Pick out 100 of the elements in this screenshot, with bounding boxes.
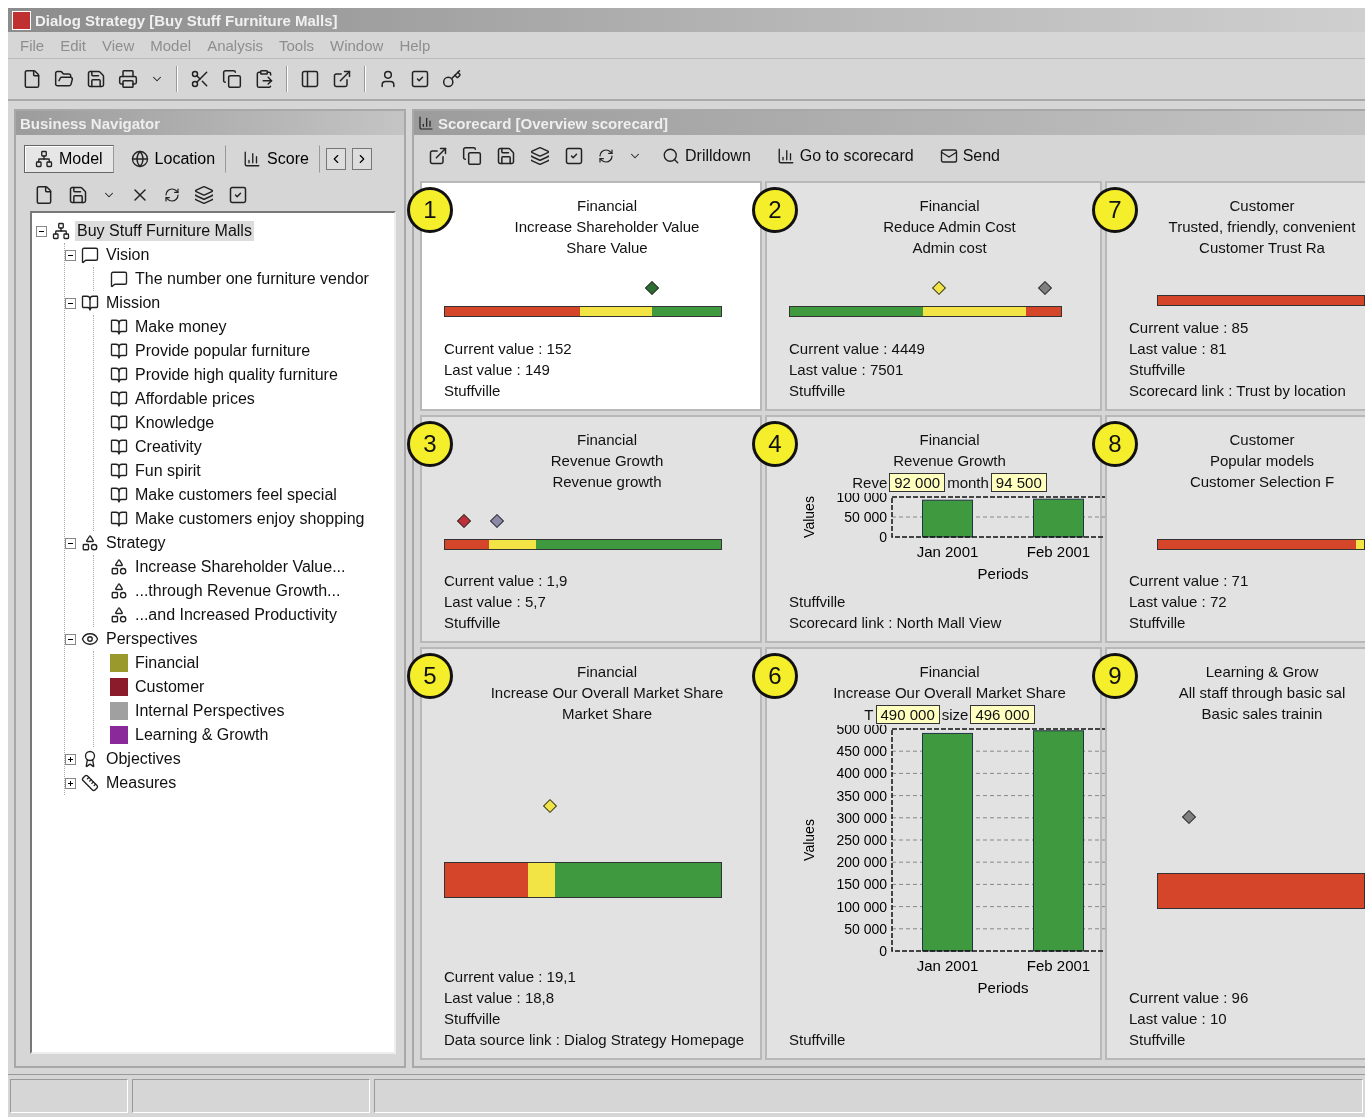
save-icon[interactable] [86,69,106,89]
card-heading: Revenue growth [552,472,662,492]
card-heading: All staff through basic sal [1178,683,1346,703]
panel-header: Scorecard [Overview scorecard] [414,111,1365,135]
checkbox-icon[interactable] [410,69,430,89]
collapse-icon[interactable] [36,225,47,237]
tree-item[interactable]: ...through Revenue Growth... [133,581,343,601]
save-icon[interactable] [496,146,516,166]
book-icon [110,510,128,528]
tree-item[interactable]: Affordable prices [133,389,257,409]
tick-label: 50 000 [844,509,887,525]
tree-item[interactable]: Knowledge [133,413,217,433]
card-detail: Last value : 5,7 [444,592,547,612]
globe-icon [130,150,149,168]
tree-item[interactable]: Creativity [133,437,204,457]
tree-item[interactable]: Make customers enjoy shopping [133,509,367,529]
subtitle-fragment: month [947,472,989,493]
tab[interactable]: Location [119,145,227,173]
expand-icon[interactable] [65,753,76,765]
new-file-icon[interactable] [22,69,42,89]
tree-item[interactable]: Provide popular furniture [133,341,313,361]
tree-item[interactable]: Perspectives [104,629,200,649]
tree-item[interactable]: Make money [133,317,229,337]
tree-item[interactable]: The number one furniture vendor [133,269,371,289]
layers-icon[interactable] [530,146,550,166]
ruler-icon [81,774,99,792]
tree-item[interactable]: Strategy [104,533,168,553]
tick-label: 0 [879,943,887,959]
key-icon[interactable] [442,69,462,89]
card-heading: Financial [577,662,637,682]
number-badge: 3 [407,421,453,467]
tree-item[interactable]: Customer [133,677,207,697]
card-detail: Stuffville [789,381,847,401]
tree-item[interactable]: Learning & Growth [133,725,271,745]
copy-icon[interactable] [462,146,482,166]
tree-item[interactable]: Objectives [104,749,183,769]
card-heading: Share Value [566,238,648,258]
number-badge: 5 [407,653,453,699]
card-heading: Customer [1229,430,1295,450]
book-icon [110,366,128,384]
tick-label: 50 000 [844,920,887,937]
folder-icon[interactable] [54,69,74,89]
tick-label: 450 000 [836,743,887,760]
layers-icon[interactable] [194,185,214,205]
card-detail: Stuffville [789,1030,847,1050]
panel-header: Business Navigator [16,111,404,135]
tree-item[interactable]: Financial [133,653,202,673]
tree-item[interactable]: ...and Increased Productivity [133,605,339,625]
collapse-icon[interactable] [65,297,76,309]
tab[interactable]: Score [232,145,320,173]
refresh-icon[interactable] [598,148,614,164]
toolbar-button[interactable]: Go to scorecard [770,147,920,165]
checkbox-icon[interactable] [228,185,248,205]
collapse-icon[interactable] [65,537,76,549]
refresh-icon[interactable] [164,187,180,203]
value-label: 490 000 [875,704,940,724]
printer-icon[interactable] [118,69,138,89]
card-detail: Stuffville [444,381,502,401]
card-detail: Last value : 149 [444,360,551,380]
card-detail: Current value : 19,1 [444,967,577,987]
paste-icon[interactable] [254,69,274,89]
tree-item[interactable]: Increase Shareholder Value... [133,557,348,577]
toolbar-button[interactable]: Drilldown [656,147,757,165]
scissors-icon[interactable] [190,69,210,89]
person-icon[interactable] [378,69,398,89]
tree-item[interactable]: Fun spirit [133,461,203,481]
tree-item[interactable]: Mission [104,293,163,313]
new-file-icon[interactable] [34,185,54,205]
collapse-icon[interactable] [65,249,76,261]
expand-icon[interactable] [65,777,76,789]
tree-item[interactable]: Internal Perspectives [133,701,287,721]
tree-item[interactable]: Provide high quality furniture [133,365,340,385]
save-icon[interactable] [68,185,88,205]
card-heading: Revenue Growth [893,451,1006,471]
bar [1033,498,1084,538]
tick-label: 0 [879,529,887,545]
card-heading: Popular models [1209,451,1315,471]
tick-label: Jan 2001 [916,957,979,974]
card-heading: Admin cost [912,238,987,258]
toolbar-button[interactable]: Send [933,147,1006,165]
scroll-left-icon[interactable] [325,148,346,170]
tree-item[interactable]: Vision [104,245,152,265]
scroll-right-icon[interactable] [351,148,372,170]
copy-icon[interactable] [222,69,242,89]
window-icon[interactable] [428,146,448,166]
tree-item[interactable]: Measures [104,773,179,793]
panel-icon[interactable] [300,69,320,89]
card-heading: Financial [919,430,980,450]
collapse-icon[interactable] [65,633,76,645]
card-detail: Current value : 1,9 [444,571,569,591]
tab[interactable]: Model [24,145,114,173]
window-icon[interactable] [332,69,352,89]
card-detail: Scorecard link : North Mall View [789,613,1003,633]
window-title: Dialog Strategy [Buy Stuff Furniture Malls] [35,11,338,29]
card-heading: Financial [577,196,637,216]
tick-label: 150 000 [836,876,887,893]
tree-item[interactable]: Buy Stuff Furniture Malls [75,221,254,241]
network-icon [35,150,53,168]
tree-item[interactable]: Make customers feel special [133,485,339,505]
checkbox-icon[interactable] [564,146,584,166]
